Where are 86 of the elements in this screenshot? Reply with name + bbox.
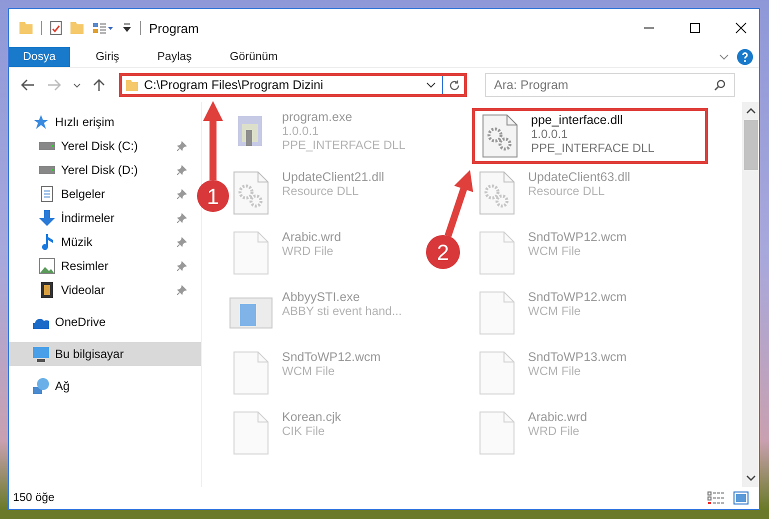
nav-item[interactable]: Yerel Disk (C:): [9, 134, 201, 158]
back-icon[interactable]: [21, 79, 35, 91]
pin-icon[interactable]: [177, 285, 187, 295]
file-name: SndToWP13.wcm: [528, 350, 627, 364]
file-detail: PPE_INTERFACE DLL: [531, 141, 654, 155]
file-name: SndToWP12.wcm: [528, 230, 627, 244]
file-item[interactable]: ppe_interface.dll 1.0.0.1 PPE_INTERFACE DLL: [472, 108, 708, 164]
view-list-icon[interactable]: [92, 21, 114, 35]
nav-item[interactable]: OneDrive: [9, 310, 201, 334]
scrollbar[interactable]: [742, 102, 759, 487]
film-icon: [39, 282, 55, 298]
step-number-badge: 1: [197, 180, 229, 212]
nav-item[interactable]: Resimler: [9, 254, 201, 278]
pin-icon[interactable]: [177, 237, 187, 247]
file-detail: WCM File: [282, 364, 336, 378]
pin-icon[interactable]: [177, 189, 187, 199]
folder-icon: [126, 80, 138, 90]
pin-icon[interactable]: [177, 165, 187, 175]
file-detail: PPE_INTERFACE DLL: [282, 138, 406, 152]
nav-item[interactable]: Müzik: [9, 230, 201, 254]
file-detail: WRD File: [282, 244, 334, 258]
scroll-up-icon[interactable]: [746, 108, 756, 114]
download-arrow-icon: [39, 210, 55, 226]
image-icon: [39, 258, 55, 274]
file-name: SndToWP12.wcm: [282, 350, 381, 364]
maximize-icon[interactable]: [689, 22, 701, 34]
drive-icon: [39, 142, 55, 150]
item-count: 150 öğe: [13, 492, 55, 504]
file-name: ppe_interface.dll: [531, 113, 624, 127]
monitor-icon: [33, 346, 49, 362]
file-detail: 1.0.0.1: [282, 124, 320, 138]
address-bar[interactable]: C:\Program Files\Program Dizini: [119, 73, 467, 97]
file-detail: WCM File: [528, 304, 582, 318]
arrow: [444, 170, 474, 238]
minimize-icon[interactable]: [643, 27, 655, 29]
nav-item[interactable]: Yerel Disk (D:): [9, 158, 201, 182]
file-name: UpdateClient63.dll: [528, 170, 630, 184]
window-title: Program: [149, 20, 199, 36]
thumbnail-view-icon[interactable]: [733, 491, 749, 505]
details-view-icon[interactable]: [707, 491, 725, 505]
ribbon-tab[interactable]: Dosya: [9, 47, 70, 67]
music-note-icon: [39, 234, 55, 250]
search-field[interactable]: Ara: Program: [485, 73, 735, 97]
document-icon: [39, 186, 55, 202]
file-detail: 1.0.0.1: [531, 127, 569, 141]
file-detail: CIK File: [282, 424, 326, 438]
refresh-icon[interactable]: [449, 80, 460, 90]
nav-item[interactable]: Ağ: [9, 374, 201, 398]
expand-ribbon-icon[interactable]: [719, 54, 729, 60]
ribbon-tab[interactable]: Görünüm: [218, 47, 290, 67]
file-name: AbbyySTI.exe: [282, 290, 361, 304]
ribbon-tab[interactable]: Paylaş: [145, 47, 204, 67]
step-number-badge: 2: [426, 235, 460, 269]
file-name: program.exe: [282, 110, 354, 124]
pin-icon[interactable]: [177, 213, 187, 223]
close-icon[interactable]: [735, 22, 747, 34]
properties-icon[interactable]: [50, 21, 62, 35]
help-icon[interactable]: [737, 49, 753, 65]
customize-caret-icon[interactable]: [122, 23, 132, 33]
star-icon: [33, 114, 49, 130]
file-detail: WRD File: [528, 424, 580, 438]
nav-item[interactable]: Bu bilgisayar: [9, 342, 201, 366]
file-name: SndToWP12.wcm: [528, 290, 627, 304]
scroll-thumb[interactable]: [744, 120, 758, 170]
file-detail: WCM File: [528, 244, 582, 258]
file-detail: WCM File: [528, 364, 582, 378]
recent-caret-icon[interactable]: [73, 82, 81, 88]
file-name: UpdateClient21.dll: [282, 170, 384, 184]
file-name: Arabic.wrd: [528, 410, 588, 424]
pin-icon[interactable]: [177, 261, 187, 271]
nav-item[interactable]: Videolar: [9, 278, 201, 302]
address-path: C:\Program Files\Program Dizini: [144, 78, 324, 92]
file-detail: Resource DLL: [282, 184, 360, 198]
network-icon: [33, 378, 49, 394]
ribbon-tab[interactable]: Giriş: [84, 47, 132, 67]
file-name: Korean.cjk: [282, 410, 342, 424]
drive-icon: [39, 166, 55, 174]
dropdown-caret-icon[interactable]: [426, 82, 436, 88]
file-detail: ABBY sti event hand...: [282, 304, 402, 318]
nav-item[interactable]: Hızlı erişim: [9, 110, 201, 134]
search-icon[interactable]: [714, 79, 726, 91]
up-icon[interactable]: [93, 78, 105, 92]
file-detail: Resource DLL: [528, 184, 606, 198]
scroll-down-icon[interactable]: [746, 475, 756, 481]
file-name: Arabic.wrd: [282, 230, 342, 244]
pin-icon[interactable]: [177, 141, 187, 151]
